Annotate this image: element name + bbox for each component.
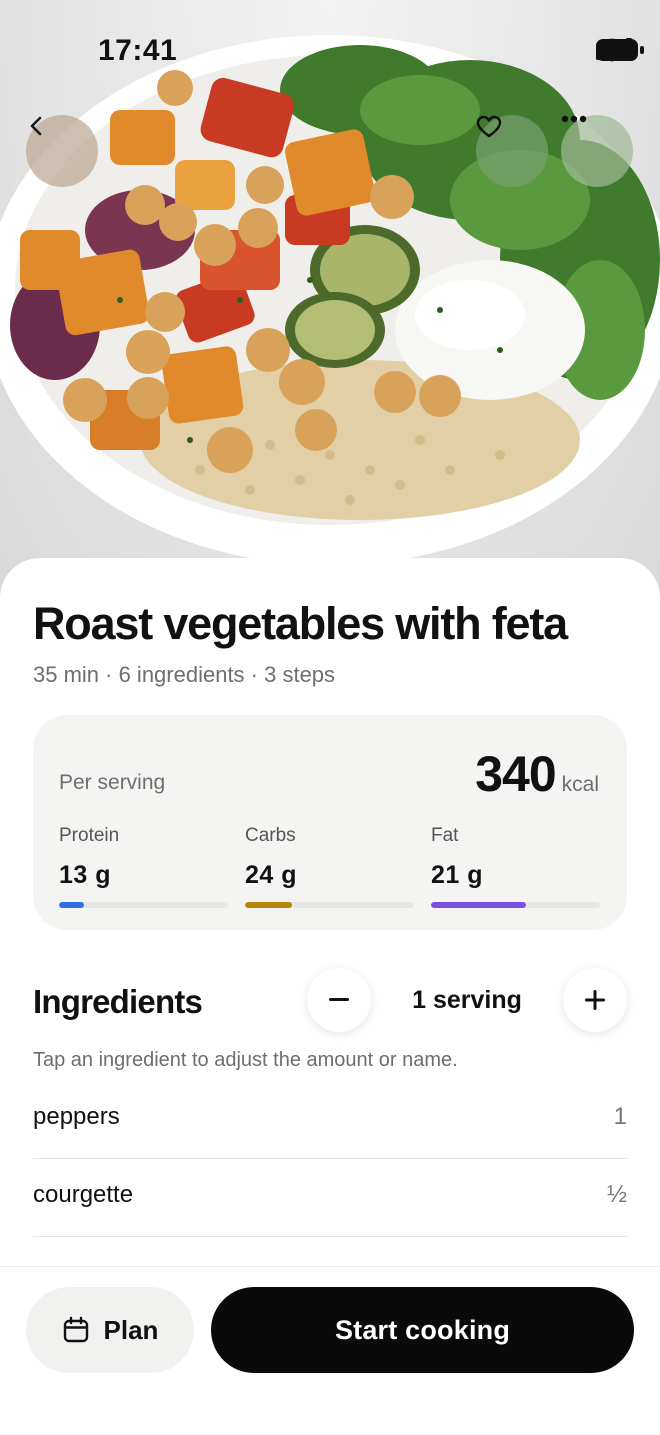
macro-protein: Protein 13 g bbox=[59, 825, 229, 908]
macro-progress-track bbox=[431, 902, 600, 908]
macro-carbs: Carbs 24 g bbox=[245, 825, 415, 908]
back-button[interactable] bbox=[26, 115, 98, 187]
macro-value: 24 g bbox=[245, 861, 298, 889]
decrease-servings-button[interactable] bbox=[307, 968, 371, 1032]
calendar-icon bbox=[63, 1316, 88, 1343]
ingredients-heading: Ingredients bbox=[33, 983, 203, 1020]
minus-icon bbox=[329, 998, 349, 1001]
ingredients-hint: Tap an ingredient to adjust the amount o… bbox=[33, 1049, 458, 1071]
hero-image: 17:41 bbox=[0, 0, 660, 620]
plan-button-label: Plan bbox=[103, 1314, 159, 1345]
start-cooking-label: Start cooking bbox=[334, 1314, 511, 1345]
per-serving-label: Per serving bbox=[59, 771, 166, 794]
macro-progress-fill bbox=[59, 902, 85, 908]
battery-icon bbox=[596, 39, 644, 61]
ingredient-row[interactable]: peppers 1 bbox=[33, 1081, 627, 1159]
macro-fat: Fat 21 g bbox=[431, 825, 601, 908]
ellipsis-icon bbox=[561, 115, 587, 123]
calories-value: 340 bbox=[475, 746, 556, 802]
status-time: 17:41 bbox=[98, 34, 178, 67]
heart-icon bbox=[476, 115, 502, 138]
ingredient-row[interactable]: courgette ½ bbox=[33, 1159, 627, 1237]
macro-label: Protein bbox=[59, 825, 120, 846]
status-bar: 17:41 bbox=[0, 0, 660, 100]
recipe-title: Roast vegetables with feta bbox=[33, 598, 568, 649]
start-cooking-button[interactable]: Start cooking bbox=[211, 1287, 634, 1373]
plan-button[interactable]: Plan bbox=[26, 1287, 194, 1373]
ingredient-name: courgette bbox=[33, 1181, 134, 1208]
increase-servings-button[interactable] bbox=[563, 968, 627, 1032]
serving-count: 1 serving bbox=[412, 986, 522, 1014]
macro-label: Carbs bbox=[245, 825, 296, 846]
macro-label: Fat bbox=[431, 825, 459, 846]
macro-value: 21 g bbox=[431, 861, 484, 889]
bottom-action-bar: Plan Start cooking bbox=[0, 1266, 660, 1435]
calories-unit: kcal bbox=[561, 773, 599, 796]
ingredient-quantity: 1 bbox=[613, 1103, 627, 1130]
favorite-button[interactable] bbox=[476, 115, 548, 187]
nutrition-card: Per serving 340 kcal Protein 13 g Carbs … bbox=[33, 715, 627, 930]
macro-progress-fill bbox=[431, 902, 526, 908]
chevron-left-icon bbox=[30, 116, 42, 136]
recipe-meta: 35 min · 6 ingredients · 3 steps bbox=[33, 662, 336, 687]
macro-value: 13 g bbox=[59, 861, 112, 889]
macro-progress-track bbox=[245, 902, 414, 908]
more-options-button[interactable] bbox=[561, 115, 633, 187]
plus-icon bbox=[585, 990, 605, 1010]
macro-progress-fill bbox=[245, 902, 293, 908]
ingredient-quantity: ½ bbox=[606, 1181, 627, 1208]
calories: 340 kcal bbox=[475, 745, 599, 803]
macro-progress-track bbox=[59, 902, 228, 908]
ingredient-name: peppers bbox=[33, 1103, 120, 1130]
